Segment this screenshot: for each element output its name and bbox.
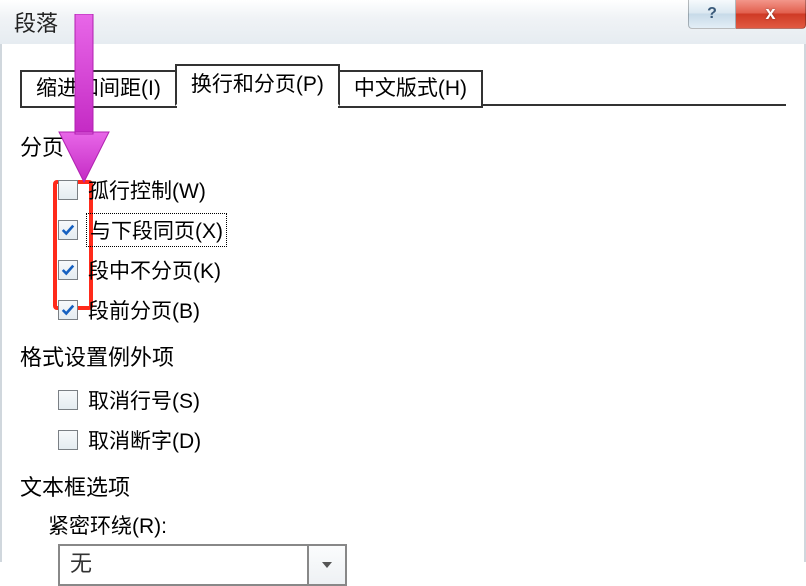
titlebar-buttons: ? x	[688, 0, 806, 29]
dialog-client: 缩进和间距(I) 换行和分页(P) 中文版式(H) 分页 孤行控制(W)	[0, 44, 806, 562]
tab-label: 中文版式(H)	[354, 77, 467, 100]
tight-wrap-label: 紧密环绕(R):	[48, 510, 786, 540]
option-label: 与下段同页(X)	[88, 215, 225, 245]
option-widow-control[interactable]: 孤行控制(W)	[58, 170, 786, 210]
checkbox-icon	[58, 260, 78, 280]
chevron-down-icon	[321, 561, 333, 569]
tab-line-page-breaks[interactable]: 换行和分页(P)	[175, 64, 340, 106]
checkbox-icon	[58, 390, 78, 410]
checkbox-icon	[58, 430, 78, 450]
tab-indent-spacing[interactable]: 缩进和间距(I)	[20, 70, 177, 108]
option-keep-lines-together[interactable]: 段中不分页(K)	[58, 250, 786, 290]
help-icon: ?	[707, 5, 717, 23]
option-label: 段前分页(B)	[88, 295, 200, 325]
group-label-textbox-options: 文本框选项	[20, 470, 786, 502]
option-label: 取消行号(S)	[88, 385, 200, 415]
option-label: 孤行控制(W)	[88, 175, 206, 205]
combobox-value: 无	[60, 546, 307, 584]
checkbox-icon	[58, 180, 78, 200]
option-suppress-line-numbers[interactable]: 取消行号(S)	[58, 380, 786, 420]
close-button[interactable]: x	[736, 0, 806, 29]
tight-wrap-combobox[interactable]: 无	[58, 544, 347, 586]
window-title: 段落	[14, 6, 58, 38]
pagination-options: 孤行控制(W) 与下段同页(X) 段中不分页(K)	[58, 170, 786, 330]
option-keep-with-next[interactable]: 与下段同页(X)	[58, 210, 786, 250]
option-page-break-before[interactable]: 段前分页(B)	[58, 290, 786, 330]
tab-strip: 缩进和间距(I) 换行和分页(P) 中文版式(H)	[20, 66, 786, 106]
option-label: 取消断字(D)	[88, 425, 201, 455]
option-no-hyphenation[interactable]: 取消断字(D)	[58, 420, 786, 460]
group-label-pagination: 分页	[20, 130, 786, 162]
close-icon: x	[765, 3, 775, 24]
checkbox-icon	[58, 300, 78, 320]
help-button[interactable]: ?	[688, 0, 736, 29]
tab-asian-typography[interactable]: 中文版式(H)	[338, 70, 483, 108]
titlebar: 段落 ? x	[0, 0, 806, 45]
group-label-formatting-exceptions: 格式设置例外项	[20, 340, 786, 372]
dialog-content: 缩进和间距(I) 换行和分页(P) 中文版式(H) 分页 孤行控制(W)	[20, 66, 786, 562]
tab-panel-line-page-breaks: 分页 孤行控制(W) 与下段同页(X)	[20, 106, 786, 586]
tab-label: 缩进和间距(I)	[36, 77, 161, 100]
checkbox-icon	[58, 220, 78, 240]
combobox-dropdown-button[interactable]	[307, 546, 345, 584]
tab-label: 换行和分页(P)	[191, 73, 324, 96]
option-label: 段中不分页(K)	[88, 255, 221, 285]
formatting-exceptions-options: 取消行号(S) 取消断字(D)	[58, 380, 786, 460]
